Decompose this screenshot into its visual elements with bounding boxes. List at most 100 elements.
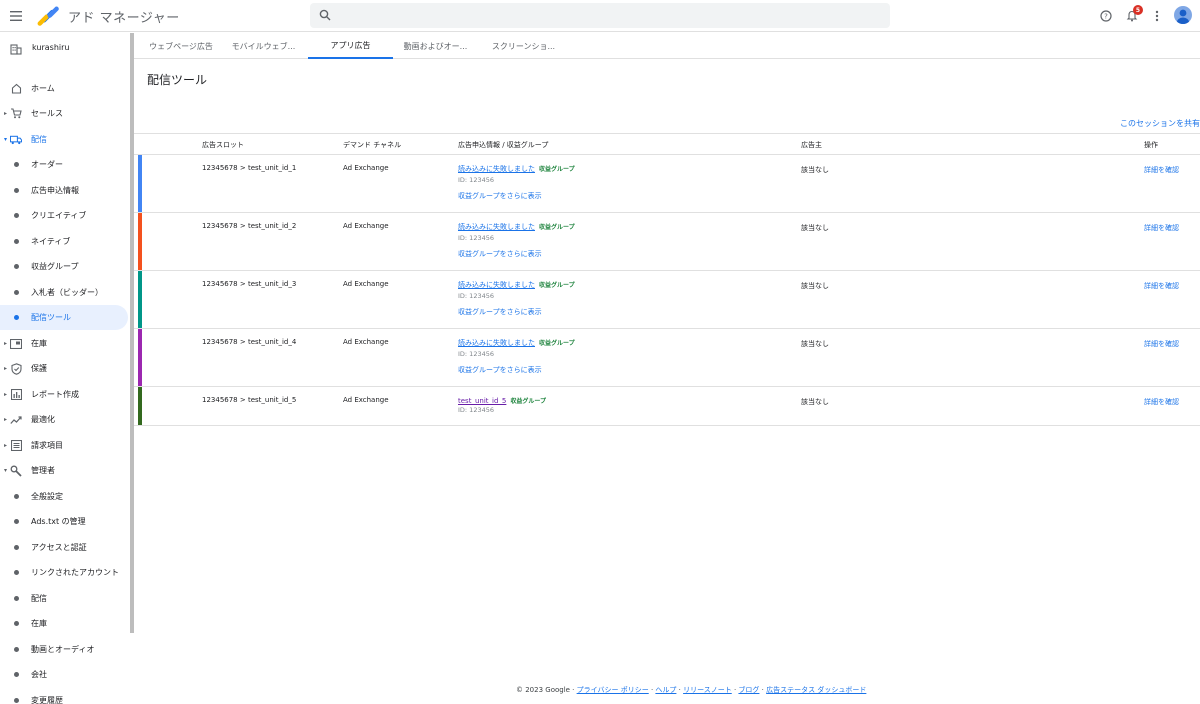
- tab-app-ads[interactable]: アプリ広告: [308, 33, 393, 59]
- show-more-yield-groups-link[interactable]: 収益グループをさらに表示: [458, 307, 542, 317]
- sidebar-item-label: 請求項目: [31, 441, 63, 450]
- sidebar-item-label: 動画とオーディオ: [31, 645, 95, 654]
- sidebar-item-protections[interactable]: ▸ 保護: [0, 356, 128, 381]
- sidebar-item-video-audio[interactable]: 動画とオーディオ: [0, 637, 128, 662]
- bullet-icon: [14, 239, 19, 244]
- sidebar-item-linked-accounts[interactable]: リンクされたアカウント: [0, 560, 128, 585]
- sidebar-item-ads-txt[interactable]: Ads.txt の管理: [0, 509, 128, 534]
- network-selector[interactable]: kurashiru: [10, 41, 125, 61]
- chevron-right-icon: ▸: [4, 416, 8, 423]
- sidebar-item-optimization[interactable]: ▸ 最適化: [0, 407, 128, 432]
- sidebar-item-label: 在庫: [31, 619, 47, 628]
- sidebar-item-admin[interactable]: ▾ 管理者: [0, 458, 128, 483]
- sidebar-item-native[interactable]: ネイティブ: [0, 229, 128, 254]
- footer: © 2023 Google · プライバシー ポリシー · ヘルプ · リリース…: [516, 686, 867, 694]
- tab-screenshots[interactable]: スクリーンショ...: [481, 33, 566, 59]
- share-session-link[interactable]: このセッションを共有: [1120, 118, 1200, 129]
- sidebar-item-sales[interactable]: ▸ セールス: [0, 101, 128, 126]
- line-item-link[interactable]: test_unit_id_5: [458, 397, 506, 405]
- sidebar-item-home[interactable]: ホーム: [0, 76, 128, 101]
- row-color-indicator: [138, 271, 142, 328]
- sidebar-item-reporting[interactable]: ▸ レポート作成: [0, 382, 128, 407]
- column-header-line-item: 広告申込情報 / 収益グループ: [458, 141, 549, 149]
- sidebar-item-change-history[interactable]: 変更履歴: [0, 688, 128, 704]
- sidebar-item-line-items[interactable]: 広告申込情報: [0, 178, 128, 203]
- bullet-icon: [14, 672, 19, 677]
- line-item-link[interactable]: 読み込みに失敗しました: [458, 223, 535, 231]
- app-title: アド マネージャー: [68, 11, 180, 26]
- help-icon[interactable]: ?: [1098, 8, 1114, 24]
- sidebar-item-delivery[interactable]: ▾ 配信: [0, 127, 128, 152]
- bullet-icon: [14, 519, 19, 524]
- truck-icon: [10, 134, 22, 146]
- line-item-link[interactable]: 読み込みに失敗しました: [458, 281, 535, 289]
- hamburger-menu-icon[interactable]: [8, 8, 24, 24]
- bullet-icon: [14, 596, 19, 601]
- ads-status-dashboard-link[interactable]: 広告ステータス ダッシュボード: [766, 686, 866, 694]
- table-row: 12345678 > test_unit_id_5 Ad Exchange te…: [134, 387, 1200, 426]
- ad-manager-logo-icon[interactable]: [37, 5, 59, 27]
- view-details-link[interactable]: 詳細を確認: [1144, 397, 1179, 407]
- more-options-icon[interactable]: [1149, 8, 1165, 24]
- sidebar-item-creatives[interactable]: クリエイティブ: [0, 203, 128, 228]
- view-details-link[interactable]: 詳細を確認: [1144, 223, 1179, 233]
- sidebar-item-label: レポート作成: [31, 390, 79, 399]
- sidebar-item-label: 全般設定: [31, 492, 63, 501]
- sidebar-item-billing[interactable]: ▸ 請求項目: [0, 433, 128, 458]
- bullet-icon: [14, 213, 19, 218]
- sidebar-item-admin-inventory[interactable]: 在庫: [0, 611, 128, 636]
- billing-list-icon: [10, 440, 22, 452]
- view-details-link[interactable]: 詳細を確認: [1144, 165, 1179, 175]
- sidebar-item-bidders[interactable]: 入札者（ビッダー）: [0, 280, 128, 305]
- advertiser-cell: 該当なし: [801, 224, 829, 232]
- yield-group-tag: 収益グループ: [539, 340, 575, 347]
- table-row: 12345678 > test_unit_id_4 Ad Exchange 読み…: [134, 329, 1200, 387]
- privacy-policy-link[interactable]: プライバシー ポリシー: [577, 686, 649, 694]
- table-header: 広告スロット デマンド チャネル 広告申込情報 / 収益グループ 広告主 操作: [134, 133, 1200, 155]
- sidebar-item-delivery-tools[interactable]: 配信ツール: [0, 305, 128, 330]
- sidebar-item-orders[interactable]: オーダー: [0, 152, 128, 177]
- sidebar-item-label: 配信ツール: [31, 313, 71, 322]
- page-title: 配信ツール: [147, 73, 208, 87]
- sidebar: kurashiru ホーム ▸ セールス ▾ 配信 オーダー 広告申込情報 クリ…: [0, 33, 131, 704]
- sidebar-item-companies[interactable]: 会社: [0, 662, 128, 687]
- sidebar-item-yield-groups[interactable]: 収益グループ: [0, 254, 128, 279]
- show-more-yield-groups-link[interactable]: 収益グループをさらに表示: [458, 365, 542, 375]
- chevron-down-icon: ▾: [4, 136, 8, 143]
- sidebar-item-label: 最適化: [31, 415, 55, 424]
- tab-mobile-web[interactable]: モバイルウェブ...: [221, 33, 306, 59]
- bullet-icon: [14, 698, 19, 703]
- sidebar-item-inventory[interactable]: ▸ 在庫: [0, 331, 128, 356]
- help-link[interactable]: ヘルプ: [655, 686, 676, 694]
- sidebar-item-admin-delivery[interactable]: 配信: [0, 586, 128, 611]
- show-more-yield-groups-link[interactable]: 収益グループをさらに表示: [458, 191, 542, 201]
- inventory-icon: [10, 338, 22, 350]
- release-notes-link[interactable]: リリースノート: [683, 686, 732, 694]
- sidebar-item-label: アクセスと認証: [31, 543, 87, 552]
- tab-video-audio[interactable]: 動画およびオー...: [393, 33, 478, 59]
- view-details-link[interactable]: 詳細を確認: [1144, 281, 1179, 291]
- sidebar-item-access[interactable]: アクセスと認証: [0, 535, 128, 560]
- bullet-icon: [14, 545, 19, 550]
- search-input[interactable]: [310, 3, 890, 28]
- sidebar-item-label: 変更履歴: [31, 696, 63, 704]
- view-details-link[interactable]: 詳細を確認: [1144, 339, 1179, 349]
- tab-web-ads[interactable]: ウェブページ広告: [141, 33, 221, 59]
- show-more-yield-groups-link[interactable]: 収益グループをさらに表示: [458, 249, 542, 259]
- home-icon: [10, 83, 22, 95]
- table-row: 12345678 > test_unit_id_1 Ad Exchange 読み…: [134, 155, 1200, 213]
- trending-up-icon: [10, 414, 22, 426]
- sidebar-item-label: Ads.txt の管理: [31, 517, 86, 526]
- line-item-link[interactable]: 読み込みに失敗しました: [458, 165, 535, 173]
- bullet-icon: [14, 494, 19, 499]
- column-header-advertiser: 広告主: [801, 141, 822, 149]
- ad-slot-cell: 12345678 > test_unit_id_3: [202, 280, 297, 288]
- avatar[interactable]: [1174, 6, 1192, 24]
- blog-link[interactable]: ブログ: [738, 686, 759, 694]
- sidebar-item-label: クリエイティブ: [31, 211, 87, 220]
- sidebar-item-label: ホーム: [31, 84, 55, 93]
- sidebar-item-general-settings[interactable]: 全般設定: [0, 484, 128, 509]
- advertiser-cell: 該当なし: [801, 166, 829, 174]
- line-item-link[interactable]: 読み込みに失敗しました: [458, 339, 535, 347]
- sidebar-item-label: 入札者（ビッダー）: [31, 288, 103, 297]
